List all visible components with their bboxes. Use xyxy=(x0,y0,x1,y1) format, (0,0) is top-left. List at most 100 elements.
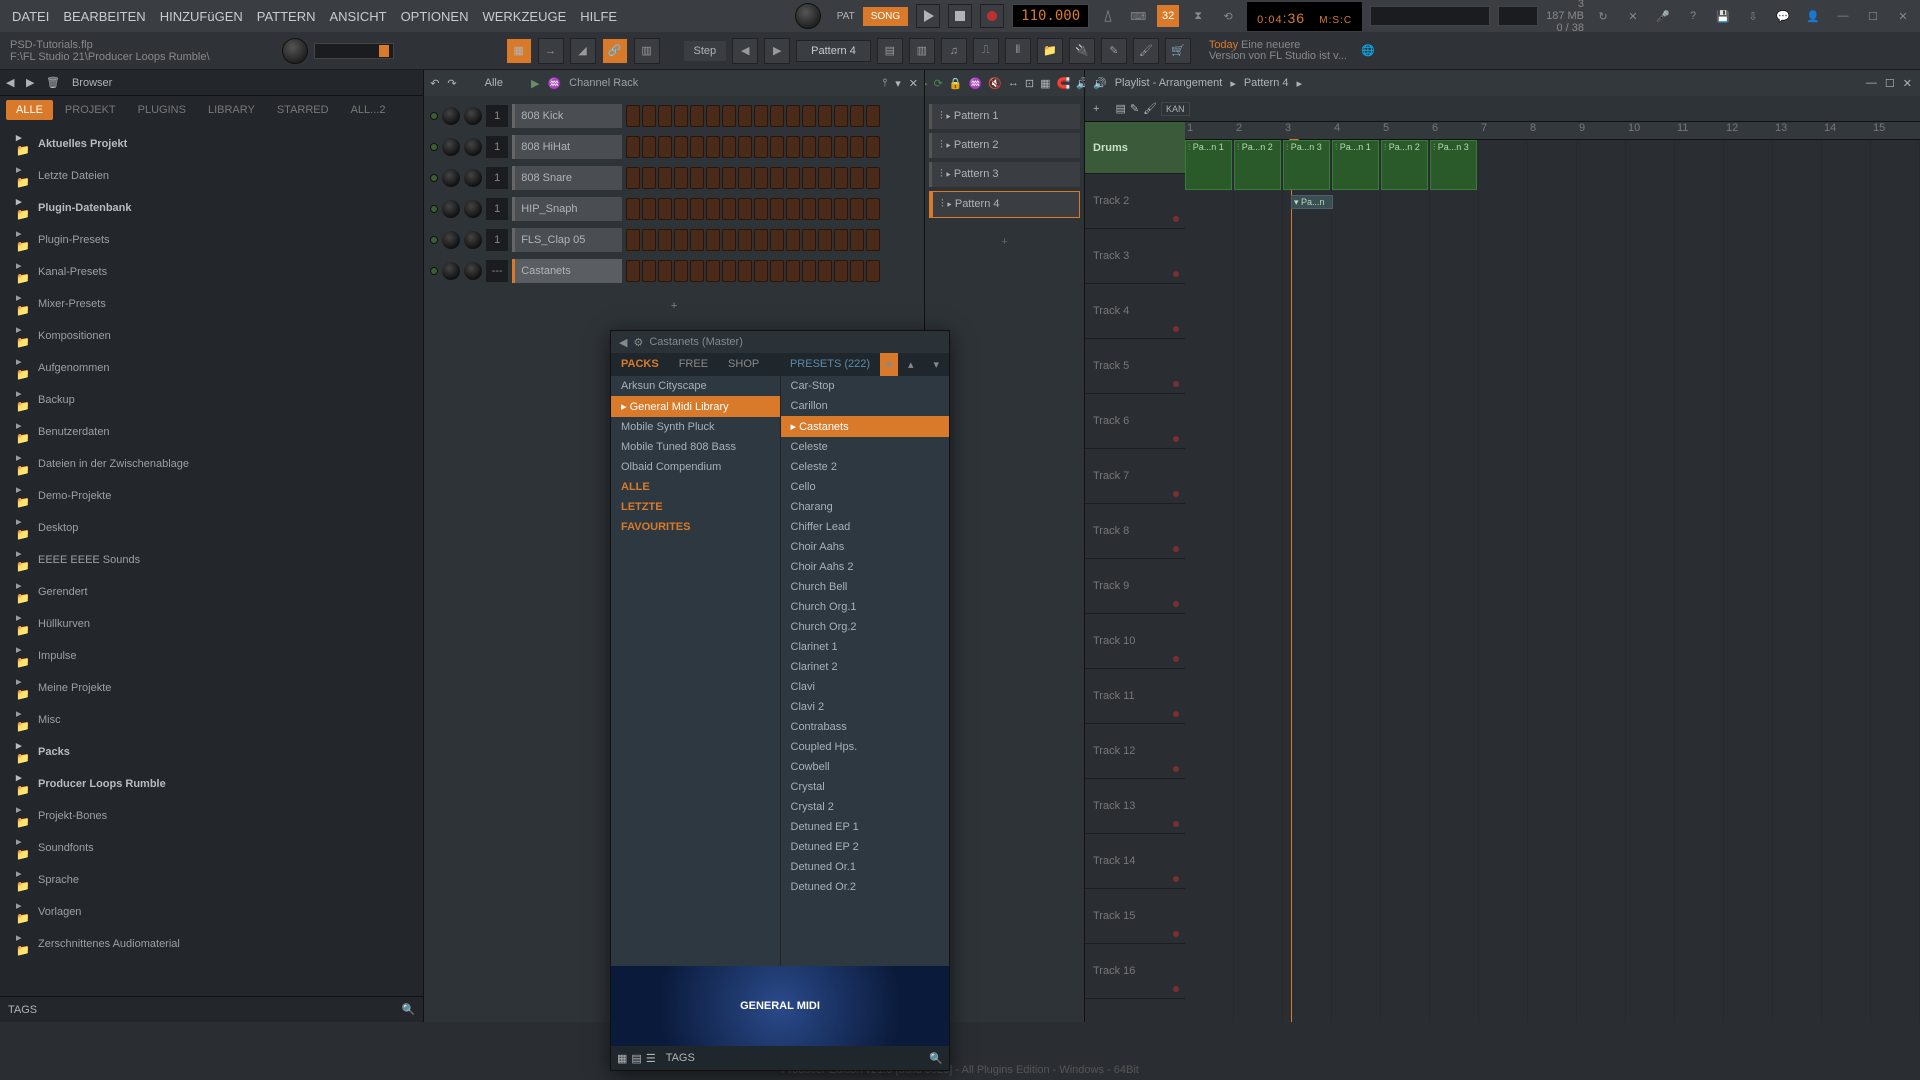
panel-playlist-button[interactable]: ▦ xyxy=(506,38,532,64)
step-4-0[interactable] xyxy=(626,229,640,251)
record-button[interactable] xyxy=(980,4,1004,28)
step-3-4[interactable] xyxy=(690,198,704,220)
step-3-14[interactable] xyxy=(850,198,864,220)
step-2-10[interactable] xyxy=(786,167,800,189)
menu-ansicht[interactable]: ANSICHT xyxy=(324,5,393,28)
track-header-3[interactable]: Track 4 xyxy=(1085,284,1185,339)
step-5-15[interactable] xyxy=(866,260,880,282)
pl-add-track-icon[interactable]: + xyxy=(1093,103,1099,115)
step-3-2[interactable] xyxy=(658,198,672,220)
channel-number[interactable]: 1 xyxy=(486,167,508,189)
mic-icon[interactable]: 🎤 xyxy=(1652,5,1674,27)
browser-search-icon[interactable]: 🔍 xyxy=(402,1003,416,1016)
preset-item-8[interactable]: Choir Aahs xyxy=(781,537,950,557)
cr-play-icon[interactable]: ▶ xyxy=(531,77,539,90)
step-5-12[interactable] xyxy=(818,260,832,282)
cr-wave-icon[interactable]: ♒ xyxy=(547,77,561,90)
step-1-5[interactable] xyxy=(706,136,720,158)
step-1-6[interactable] xyxy=(722,136,736,158)
step-5-11[interactable] xyxy=(802,260,816,282)
tree-item-9[interactable]: ▸ 📁Benutzerdaten xyxy=(0,416,423,448)
step-1-13[interactable] xyxy=(834,136,848,158)
cr-fwd[interactable]: ↷ xyxy=(447,77,456,90)
pack-item-2[interactable]: Mobile Synth Pluck xyxy=(611,417,780,437)
preset-item-1[interactable]: Carillon xyxy=(781,396,950,416)
step-0-5[interactable] xyxy=(706,105,720,127)
tree-item-19[interactable]: ▸ 📁Packs xyxy=(0,736,423,768)
step-0-0[interactable] xyxy=(626,105,640,127)
time-display[interactable]: 0:04:36 M:S:C xyxy=(1247,2,1362,31)
browser-tab-all2[interactable]: ALL...2 xyxy=(341,100,396,120)
step-4-7[interactable] xyxy=(738,229,752,251)
pp-loop-icon[interactable]: ⟳ xyxy=(934,77,943,90)
step-4-8[interactable] xyxy=(754,229,768,251)
track-mute-dot[interactable] xyxy=(1173,821,1179,827)
channel-name-button[interactable]: FLS_Clap 05 xyxy=(512,228,622,252)
step-1-14[interactable] xyxy=(850,136,864,158)
pb-view2-icon[interactable]: ▤ xyxy=(631,1052,641,1065)
channel-name-button[interactable]: 808 HiHat xyxy=(512,135,622,159)
channel-number[interactable]: 1 xyxy=(486,105,508,127)
tree-item-4[interactable]: ▸ 📁Kanal-Presets xyxy=(0,256,423,288)
preset-item-14[interactable]: Clarinet 2 xyxy=(781,657,950,677)
step-3-1[interactable] xyxy=(642,198,656,220)
browser-tab-alle[interactable]: ALLE xyxy=(6,100,53,120)
step-2-4[interactable] xyxy=(690,167,704,189)
step-4-4[interactable] xyxy=(690,229,704,251)
tree-item-6[interactable]: ▸ 📁Kompositionen xyxy=(0,320,423,352)
loop-rec-icon[interactable]: ⟲ xyxy=(1217,5,1239,27)
track-mute-dot[interactable] xyxy=(1173,986,1179,992)
cr-back[interactable]: ↶ xyxy=(430,77,439,90)
tree-item-3[interactable]: ▸ 📁Plugin-Presets xyxy=(0,224,423,256)
step-1-10[interactable] xyxy=(786,136,800,158)
step-4-1[interactable] xyxy=(642,229,656,251)
step-1-15[interactable] xyxy=(866,136,880,158)
step-1-0[interactable] xyxy=(626,136,640,158)
pb-star-icon[interactable]: ★ xyxy=(880,353,898,376)
track-header-13[interactable]: Track 14 xyxy=(1085,834,1185,889)
channel-pan-knob[interactable] xyxy=(442,138,460,156)
pattern-item-2[interactable]: ⫶ ▸ Pattern 3 xyxy=(929,162,1080,187)
tree-item-2[interactable]: ▸ 📁Plugin-Datenbank xyxy=(0,192,423,224)
step-3-3[interactable] xyxy=(674,198,688,220)
step-1-12[interactable] xyxy=(818,136,832,158)
pp-lock-icon[interactable]: 🔒 xyxy=(949,77,963,90)
channel-pan-knob[interactable] xyxy=(442,200,460,218)
step-3-9[interactable] xyxy=(770,198,784,220)
step-4-6[interactable] xyxy=(722,229,736,251)
step-1-3[interactable] xyxy=(674,136,688,158)
metronome-icon[interactable] xyxy=(1097,5,1119,27)
step-3-7[interactable] xyxy=(738,198,752,220)
step-2-13[interactable] xyxy=(834,167,848,189)
track-header-14[interactable]: Track 15 xyxy=(1085,889,1185,944)
tree-item-12[interactable]: ▸ 📁Desktop xyxy=(0,512,423,544)
track-mute-dot[interactable] xyxy=(1173,216,1179,222)
track-mute-dot[interactable] xyxy=(1173,656,1179,662)
channel-name-button[interactable]: 808 Snare xyxy=(512,166,622,190)
channel-number[interactable]: --- xyxy=(486,260,508,282)
pb-view3-icon[interactable]: ☰ xyxy=(646,1052,656,1065)
clip-4[interactable]: ⫶ Pa...n 2 xyxy=(1381,140,1428,190)
close-button[interactable]: ✕ xyxy=(1892,5,1914,27)
step-0-14[interactable] xyxy=(850,105,864,127)
step-3-6[interactable] xyxy=(722,198,736,220)
help-icon[interactable]: ? xyxy=(1682,5,1704,27)
step-3-13[interactable] xyxy=(834,198,848,220)
pl-speaker-icon[interactable]: 🔊 xyxy=(1093,77,1107,90)
step-0-3[interactable] xyxy=(674,105,688,127)
pat-song-toggle[interactable]: PAT SONG xyxy=(829,7,908,26)
pack-item-0[interactable]: Arksun Cityscape xyxy=(611,376,780,396)
step-5-5[interactable] xyxy=(706,260,720,282)
menu-werkzeuge[interactable]: WERKZEUGE xyxy=(476,5,572,28)
snap-value[interactable]: 32 xyxy=(1157,5,1179,27)
preset-item-6[interactable]: Charang xyxy=(781,497,950,517)
pat-button[interactable]: PAT xyxy=(829,7,863,26)
pp-snap-icon[interactable]: 🧲 xyxy=(1057,77,1071,90)
step-3-0[interactable] xyxy=(626,198,640,220)
tree-item-1[interactable]: ▸ 📁Letzte Dateien xyxy=(0,160,423,192)
pack-item-1[interactable]: ▸ General Midi Library xyxy=(611,396,780,417)
step-4-14[interactable] xyxy=(850,229,864,251)
track-header-7[interactable]: Track 8 xyxy=(1085,504,1185,559)
step-next[interactable]: ▶ xyxy=(764,38,790,64)
globe-icon[interactable]: 🌐 xyxy=(1357,40,1379,62)
